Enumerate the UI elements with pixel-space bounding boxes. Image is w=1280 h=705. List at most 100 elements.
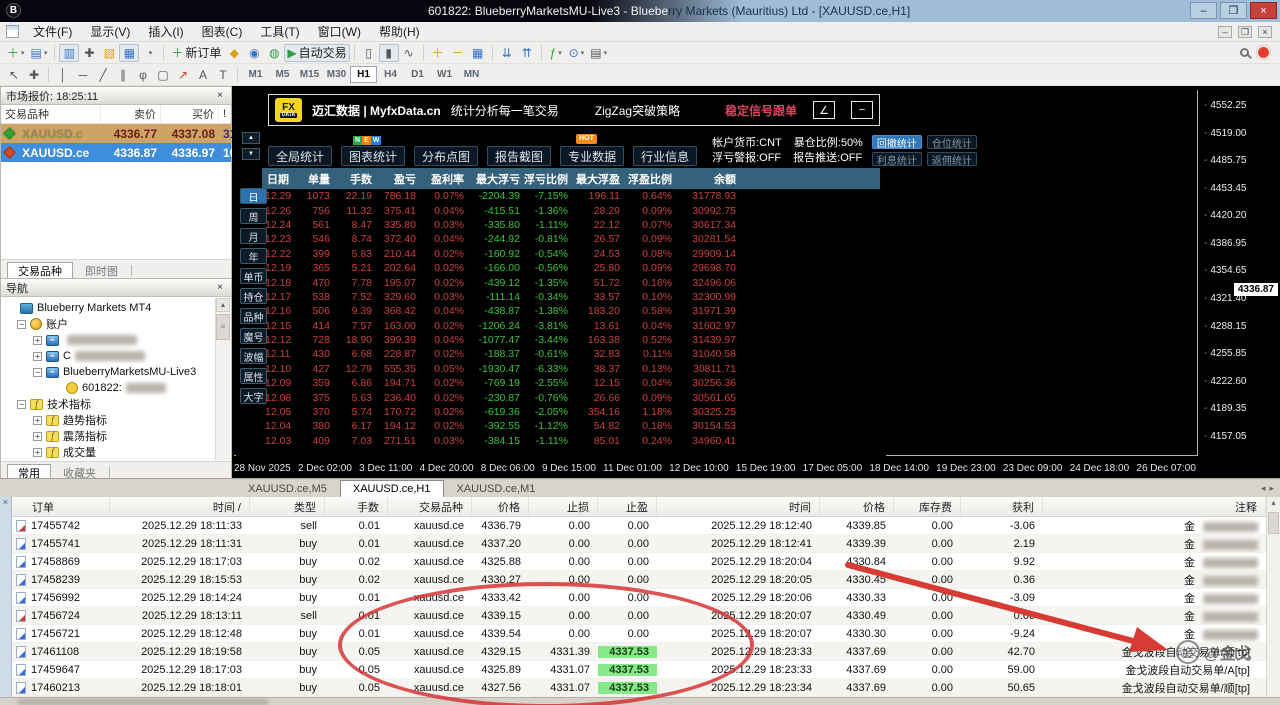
navigator-button[interactable]: ▧ — [99, 44, 119, 62]
symbol-row-xauusd-ce[interactable]: XAUUSD.ce 4336.87 4336.97 10 — [1, 143, 231, 162]
collapse-button[interactable]: − — [851, 101, 873, 119]
col-close-time[interactable]: 时间 — [657, 497, 820, 516]
col-price[interactable]: 价格 — [472, 497, 529, 516]
scroll-down-button[interactable]: ▼ — [242, 148, 260, 160]
menu-item[interactable]: 帮助(H) — [370, 21, 429, 42]
tree-item-root[interactable]: Blueberry Markets MT4 — [1, 300, 231, 316]
order-row[interactable]: 17458869 2025.12.29 18:17:03 buy 0.02 xa… — [12, 553, 1266, 571]
trendline-button[interactable]: ╱ — [93, 66, 113, 84]
zoom-out-button[interactable]: － — [448, 44, 468, 62]
stat-button[interactable]: 返佣统计 — [927, 152, 977, 166]
child-restore-button[interactable]: ❒ — [1238, 26, 1252, 38]
order-row[interactable]: 17459647 2025.12.29 18:17:03 buy 0.05 xa… — [12, 661, 1266, 679]
chart-stats-button[interactable]: 图表统计 — [341, 146, 405, 166]
bar-chart-button[interactable]: ▯ — [359, 44, 379, 62]
timeframe-button[interactable]: M5 — [269, 66, 296, 83]
autot rade-button[interactable]: ▶自动交易 — [284, 44, 349, 62]
tree-item-indicators[interactable]: 技术指标 — [1, 396, 231, 412]
symbol-row-xauusd-c[interactable]: XAUUSD.c 4336.77 4337.08 31 — [1, 124, 231, 143]
templates-button[interactable]: ▤▾ — [587, 44, 610, 62]
close-icon[interactable]: × — [214, 90, 226, 101]
chart-tab[interactable]: XAUUSD.ce,M1 — [445, 480, 548, 497]
channel-button[interactable]: ∥ — [113, 66, 133, 84]
scroll-thumb[interactable]: ≡ — [216, 314, 230, 340]
stat-button[interactable]: 回撤统计 — [872, 135, 922, 149]
timeframe-button[interactable]: MN — [458, 66, 485, 83]
auto-scroll-button[interactable]: ⇊ — [497, 44, 517, 62]
chart-shift-button[interactable]: ⇈ — [517, 44, 537, 62]
col-tp[interactable]: 止盈 — [598, 497, 657, 516]
scroll-up-button[interactable]: ▲ — [242, 132, 260, 144]
navigator-scrollbar[interactable]: ▲ ≡ — [215, 298, 230, 460]
menu-item[interactable]: 插入(I) — [139, 21, 192, 42]
new-chart-button[interactable]: ＋▾ — [4, 44, 28, 62]
col-type[interactable]: 类型 — [250, 497, 325, 516]
collapse-toggle-icon[interactable] — [17, 320, 26, 329]
new-order-button[interactable]: ＋新订单 — [168, 44, 224, 62]
order-row[interactable]: 17460213 2025.12.29 18:18:01 buy 0.05 xa… — [12, 679, 1266, 697]
shapes-button[interactable]: ▢ — [153, 66, 173, 84]
data-window-button[interactable]: ✚ — [79, 44, 99, 62]
tree-item-server-2[interactable]: C — [1, 348, 231, 364]
search-icon[interactable] — [1240, 48, 1249, 57]
horizontal-line-button[interactable]: ─ — [73, 66, 93, 84]
tree-item-trend[interactable]: 趋势指标 — [1, 412, 231, 428]
chart-area[interactable]: ▼ 4552.254519.004485.754453.454420.20438… — [232, 86, 1280, 478]
close-icon[interactable]: × — [214, 282, 226, 293]
industry-info-button[interactable]: 行业信息 — [633, 146, 697, 166]
window-close-button[interactable]: × — [1250, 2, 1277, 19]
timeframe-button[interactable]: M1 — [242, 66, 269, 83]
expert-advisors-icon[interactable]: ◆ — [224, 44, 244, 62]
fibonacci-button[interactable]: φ — [133, 66, 153, 84]
stat-button[interactable]: 利息统计 — [872, 152, 922, 166]
order-row[interactable]: 17456724 2025.12.29 18:13:11 sell 0.01 x… — [12, 607, 1266, 625]
window-minimize-button[interactable]: – — [1190, 2, 1217, 19]
order-row[interactable]: 17461108 2025.12.29 18:19:58 buy 0.05 xa… — [12, 643, 1266, 661]
order-row[interactable]: 17456992 2025.12.29 18:14:24 buy 0.01 xa… — [12, 589, 1266, 607]
distribution-button[interactable]: 分布点图 — [414, 146, 478, 166]
order-row[interactable]: 17458239 2025.12.29 18:15:53 buy 0.02 xa… — [12, 571, 1266, 589]
scroll-up-icon[interactable]: ▲ — [216, 298, 230, 312]
cursor-tool-button[interactable]: ↖ — [4, 66, 24, 84]
collapse-toggle-icon[interactable] — [33, 368, 42, 377]
collapse-toggle-icon[interactable] — [17, 400, 26, 409]
col-lots[interactable]: 手数 — [325, 497, 388, 516]
scroll-thumb[interactable] — [1268, 512, 1279, 534]
line-chart-button[interactable]: ∿ — [399, 44, 419, 62]
scroll-up-icon[interactable]: ▲ — [1267, 497, 1280, 511]
tree-item-account-601822[interactable]: 601822: — [1, 380, 231, 396]
text-tool-button[interactable]: A — [193, 66, 213, 84]
tree-item-volumes[interactable]: 成交量 — [1, 444, 231, 460]
col-profit[interactable]: 获利 — [961, 497, 1043, 516]
order-row[interactable]: 17455741 2025.12.29 18:11:31 buy 0.01 xa… — [12, 535, 1266, 553]
notification-badge[interactable] — [1257, 46, 1270, 59]
candlestick-button[interactable]: ▮ — [379, 44, 399, 62]
global-stats-button[interactable]: 全局统计 — [268, 146, 332, 166]
chart-menu-icon[interactable] — [6, 25, 19, 38]
profiles-button[interactable]: ▤▾ — [28, 44, 51, 62]
expand-toggle-icon[interactable] — [33, 352, 42, 361]
crosshair-tool-button[interactable]: ✚ — [24, 66, 44, 84]
menu-item[interactable]: 工具(T) — [251, 21, 308, 42]
strategy-tester-button[interactable]: ◔ — [139, 44, 159, 62]
child-close-button[interactable]: × — [1258, 26, 1272, 38]
terminal-button[interactable]: ▦ — [119, 44, 139, 62]
stat-button[interactable]: 仓位统计 — [927, 135, 977, 149]
tree-item-server-1[interactable] — [1, 332, 231, 348]
menu-item[interactable]: 窗口(W) — [309, 21, 370, 42]
order-row[interactable]: 17455742 2025.12.29 18:11:33 sell 0.01 x… — [12, 517, 1266, 535]
expand-toggle-icon[interactable] — [33, 336, 42, 345]
zoom-in-button[interactable]: ＋ — [428, 44, 448, 62]
chart-tab[interactable]: XAUUSD.ce,M5 — [236, 480, 339, 497]
window-restore-button[interactable]: ❒ — [1220, 2, 1247, 19]
col-close-price[interactable]: 价格 — [820, 497, 894, 516]
scripts-icon[interactable]: ◉ — [244, 44, 264, 62]
timeframe-button[interactable]: M30 — [323, 66, 350, 83]
col-comment[interactable]: 注释 — [1043, 497, 1266, 516]
indicators-button[interactable]: ƒ▾ — [546, 44, 566, 62]
arrow-tool-button[interactable]: ↗ — [173, 66, 193, 84]
col-order[interactable]: 订单 — [12, 497, 110, 516]
tab-tick-chart[interactable]: 即时图 — [75, 262, 128, 279]
pro-data-button[interactable]: 专业数据 — [560, 146, 624, 166]
timeframe-button[interactable]: W1 — [431, 66, 458, 83]
